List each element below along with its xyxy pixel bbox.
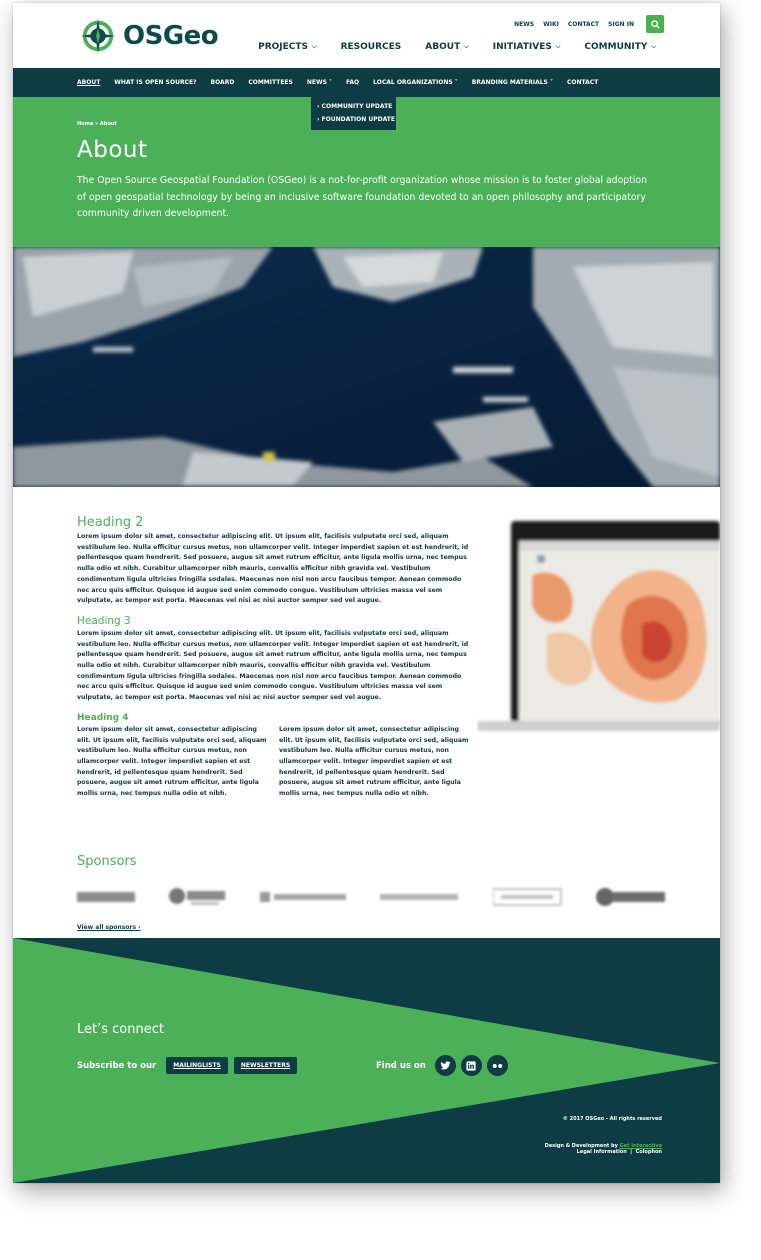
sponsor-logos <box>77 885 667 909</box>
heading-2: Heading 2 <box>77 515 144 530</box>
subnav-faq[interactable]: FAQ <box>346 79 359 86</box>
search-icon <box>650 19 660 29</box>
nav-resources-label: RESOURCES <box>340 42 402 52</box>
subscribe-group: Subscribe to our MAILINGLISTS NEWSLETTER… <box>77 1057 298 1074</box>
nav-projects[interactable]: PROJECTS ⌵ <box>258 42 316 52</box>
chevron-down-icon: ⌵ <box>464 43 469 50</box>
laptop-heatmap-image <box>477 515 720 737</box>
subnav-committees[interactable]: COMMITTEES <box>248 79 293 86</box>
page-title: About <box>77 137 148 163</box>
hero-intro: The Open Source Geospatial Foundation (O… <box>77 175 647 219</box>
nav-projects-label: PROJECTS <box>258 42 309 52</box>
chevron-down-icon: ⌵ <box>651 43 656 50</box>
aerial-harbor-photo <box>13 247 720 487</box>
view-all-sponsors-link[interactable]: View all sponsors › <box>77 924 141 931</box>
copyright-text: © 2017 OSGeo - All rights reserved <box>562 1116 662 1122</box>
legal-information-link[interactable]: Legal Information <box>577 1149 627 1155</box>
sub-nav-items: ABOUT WHAT IS OPEN SOURCE? BOARD COMMITT… <box>77 79 598 86</box>
nav-about[interactable]: ABOUT ⌵ <box>425 42 469 52</box>
breadcrumb: Home » About <box>77 121 117 127</box>
dropdown-community-update[interactable]: › COMMUNITY UPDATE <box>317 100 396 113</box>
twitter-button[interactable] <box>434 1055 456 1076</box>
footer-credits: Design & Development by Get Interactive … <box>545 1143 662 1155</box>
colophon-link[interactable]: Colophon <box>636 1149 662 1155</box>
utility-wiki-link[interactable]: WIKI <box>543 21 559 28</box>
chevron-down-icon: ⌵ <box>555 43 561 50</box>
sponsor-logo[interactable] <box>492 888 563 906</box>
twitter-icon <box>440 1061 451 1070</box>
linkedin-button[interactable] <box>460 1055 482 1076</box>
sponsor-logo-image <box>595 888 665 906</box>
nav-initiatives[interactable]: INITIATIVES ⌵ <box>493 42 561 52</box>
chevron-down-icon: ⌵ <box>312 43 317 50</box>
page: OSGeo NEWS WIKI CONTACT SIGN IN PROJECTS… <box>13 3 720 1183</box>
find-us-group: Find us on <box>376 1055 508 1076</box>
sponsor-logo-image <box>380 894 459 900</box>
linkedin-icon <box>466 1060 476 1071</box>
column-2-text: Lorem ipsum dolor sit amet, consectetur … <box>279 725 469 798</box>
flickr-icon <box>492 1063 503 1068</box>
nav-community[interactable]: COMMUNITY ⌵ <box>584 42 656 52</box>
sponsor-logo-image <box>492 888 562 906</box>
subscribe-label: Subscribe to our <box>77 1060 157 1071</box>
site-header: OSGeo NEWS WIKI CONTACT SIGN IN PROJECTS… <box>13 3 720 68</box>
link-separator: | <box>628 1149 634 1155</box>
search-button[interactable] <box>646 15 664 33</box>
subnav-board[interactable]: BOARD <box>211 79 235 86</box>
legal-links: Legal Information | Colophon <box>545 1149 662 1155</box>
news-dropdown-menu: › COMMUNITY UPDATE › FOUNDATION UPDATE <box>311 97 396 130</box>
main-nav: PROJECTS ⌵ RESOURCES ABOUT ⌵ INITIATIVES ⌵ … <box>258 42 656 52</box>
nav-resources[interactable]: RESOURCES <box>341 42 402 52</box>
sponsor-logo-image <box>259 892 346 902</box>
sub-nav: ABOUT WHAT IS OPEN SOURCE? BOARD COMMITT… <box>13 68 720 97</box>
nav-about-label: ABOUT <box>425 42 461 52</box>
nav-initiatives-label: INITIATIVES <box>492 42 552 52</box>
subnav-about[interactable]: ABOUT <box>77 79 100 86</box>
sponsor-logo-image <box>77 892 135 902</box>
heading-3: Heading 3 <box>77 614 131 627</box>
find-us-label: Find us on <box>376 1060 426 1071</box>
osgeo-logo[interactable]: OSGeo <box>79 17 219 55</box>
subnav-local-organizations[interactable]: LOCAL ORGANIZATIONS ˅ <box>373 79 458 86</box>
nav-community-label: COMMUNITY <box>584 42 648 52</box>
aerial-photo-image <box>13 247 720 487</box>
logo-wordmark: OSGeo <box>123 21 219 51</box>
sponsor-logo-image <box>169 888 226 905</box>
utility-contact-link[interactable]: CONTACT <box>568 21 599 28</box>
compass-logo-icon <box>80 18 116 54</box>
connect-heading: Let’s connect <box>77 1022 164 1037</box>
dropdown-foundation-update[interactable]: › FOUNDATION UPDATE <box>317 113 396 126</box>
column-1-text: Lorem ipsum dolor sit amet, consectetur … <box>77 725 267 798</box>
sponsor-logo[interactable] <box>380 889 460 905</box>
mailinglists-button[interactable]: MAILINGLISTS <box>166 1057 228 1074</box>
utility-nav: NEWS WIKI CONTACT SIGN IN <box>514 15 664 33</box>
sponsors-heading: Sponsors <box>77 854 137 869</box>
two-column-text: Lorem ipsum dolor sit amet, consectetur … <box>77 725 472 800</box>
paragraph-heading-2: Lorem ipsum dolor sit amet, consectetur … <box>77 533 469 605</box>
main-content: Heading 2 Lorem ipsum dolor sit amet, co… <box>77 515 472 800</box>
heading-4: Heading 4 <box>77 712 129 723</box>
utility-sign-in-link[interactable]: SIGN IN <box>608 21 634 28</box>
paragraph-heading-3: Lorem ipsum dolor sit amet, consectetur … <box>77 629 469 702</box>
subnav-contact[interactable]: CONTACT <box>567 79 598 86</box>
subnav-what-is-open-source[interactable]: WHAT IS OPEN SOURCE? <box>114 79 196 86</box>
subnav-news[interactable]: NEWS ˅ <box>307 79 332 86</box>
flickr-button[interactable] <box>486 1055 508 1076</box>
subnav-branding-materials[interactable]: BRANDING MATERIALS ˅ <box>472 79 553 86</box>
utility-news-link[interactable]: NEWS <box>514 21 534 28</box>
sponsor-logo[interactable] <box>167 888 227 905</box>
sponsor-logo[interactable] <box>259 889 348 905</box>
sponsor-logo[interactable] <box>77 889 135 905</box>
laptop-illustration <box>477 521 720 731</box>
newsletters-button[interactable]: NEWSLETTERS <box>233 1057 298 1074</box>
sponsor-logo[interactable] <box>595 888 667 906</box>
